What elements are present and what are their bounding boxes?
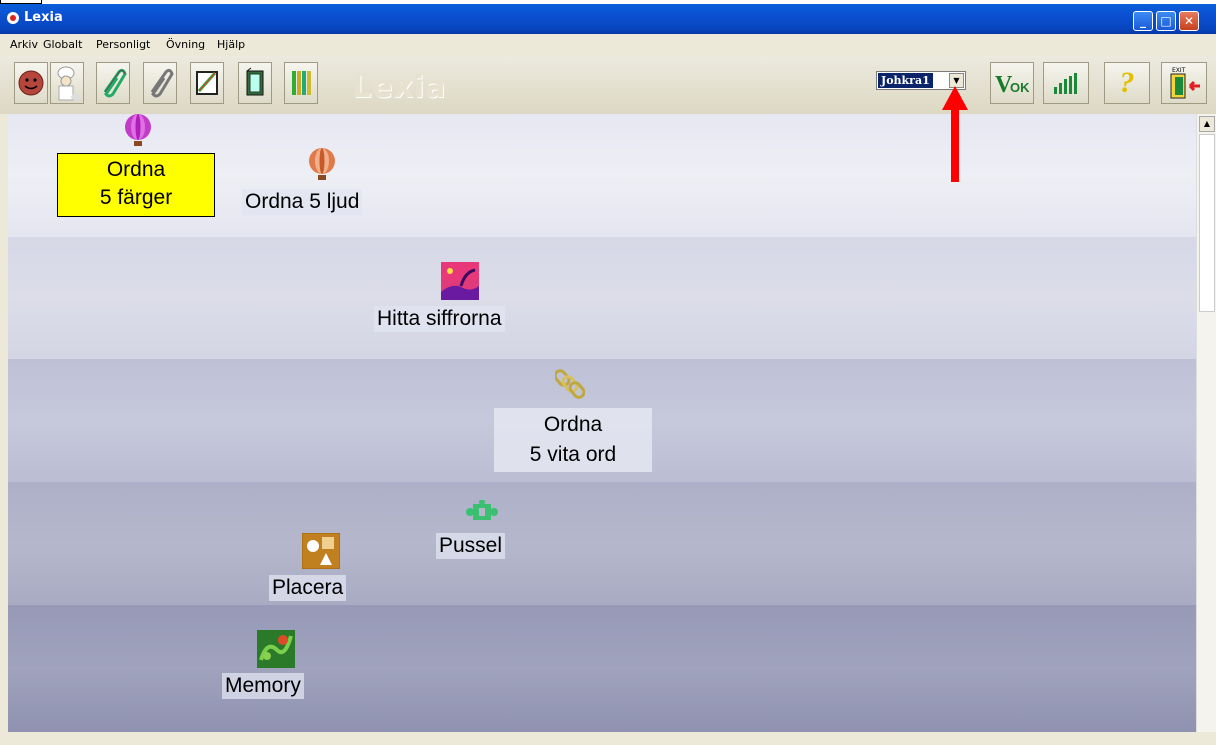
vertical-scrollbar[interactable]: ▲ bbox=[1196, 114, 1216, 732]
exit-sign-text: EXIT bbox=[1172, 67, 1186, 74]
exercise-placera[interactable]: Placera bbox=[269, 575, 347, 601]
smiley-button[interactable] bbox=[14, 62, 48, 104]
minimize-button[interactable]: _ bbox=[1133, 11, 1153, 31]
clip-grey-button[interactable] bbox=[143, 62, 177, 104]
exit-door-icon: EXIT bbox=[1170, 67, 1200, 99]
maximize-button[interactable]: □ bbox=[1156, 11, 1176, 31]
paperclip-green-icon bbox=[103, 68, 127, 98]
memory-cards-icon[interactable] bbox=[257, 630, 295, 668]
smiley-icon bbox=[18, 70, 44, 96]
red-arrow-annotation bbox=[942, 86, 968, 182]
exercise-ordna-5-farger[interactable]: Ordna 5 färger bbox=[57, 153, 215, 217]
exercise-label-line1: Ordna bbox=[106, 158, 166, 181]
exercise-memory[interactable]: Memory bbox=[222, 673, 304, 699]
puzzle-piece-icon[interactable] bbox=[465, 500, 499, 524]
clip-green-button[interactable] bbox=[96, 62, 130, 104]
bar-chart-icon bbox=[1054, 73, 1077, 94]
exercise-ordna-5-vita-ord[interactable]: Ordna 5 vita ord bbox=[494, 408, 652, 472]
menu-personligt[interactable]: Personligt bbox=[96, 38, 150, 51]
level-band-4 bbox=[8, 482, 1196, 605]
menu-ovning[interactable]: Övning bbox=[166, 38, 205, 51]
books-button[interactable] bbox=[284, 62, 318, 104]
chain-links-icon[interactable] bbox=[555, 368, 585, 400]
chef-icon bbox=[57, 66, 81, 101]
left-edge bbox=[0, 114, 8, 732]
user-select-value: Johkra1 bbox=[878, 73, 933, 88]
level-band-5 bbox=[8, 605, 1196, 732]
book-icon bbox=[246, 67, 264, 96]
exit-button[interactable]: EXIT bbox=[1161, 62, 1207, 104]
close-button[interactable]: ✕ bbox=[1179, 11, 1199, 31]
book-button[interactable] bbox=[238, 62, 272, 104]
stats-button[interactable] bbox=[1043, 62, 1089, 104]
edit-button[interactable] bbox=[190, 62, 224, 104]
toolbar: V OK ? EXIT bbox=[0, 56, 1216, 115]
title-bar: Lexia _ □ ✕ bbox=[0, 4, 1216, 34]
menu-arkiv[interactable]: Arkiv bbox=[10, 38, 38, 51]
lexia-logo: Lexia bbox=[352, 70, 447, 105]
shapes-icon[interactable] bbox=[302, 533, 340, 569]
help-button[interactable]: ? bbox=[1104, 62, 1150, 104]
pencil-note-icon bbox=[196, 71, 218, 95]
vok-button[interactable]: V OK bbox=[990, 62, 1034, 104]
exercise-ordna-5-ljud[interactable]: Ordna 5 ljud bbox=[242, 189, 363, 215]
exercise-hitta-siffrorna[interactable]: Hitta siffrorna bbox=[374, 306, 505, 332]
chef-button[interactable] bbox=[50, 62, 84, 104]
status-bar bbox=[0, 732, 1216, 745]
app-icon bbox=[7, 12, 19, 24]
menu-globalt[interactable]: Globalt bbox=[43, 38, 82, 51]
scroll-thumb[interactable] bbox=[1199, 134, 1215, 312]
landscape-picture-icon[interactable] bbox=[441, 262, 479, 300]
exercise-label-line2: 5 vita ord bbox=[529, 443, 617, 466]
level-band-2 bbox=[8, 237, 1196, 359]
check-ok-text: OK bbox=[1010, 80, 1030, 95]
check-ok-icon: V OK bbox=[995, 72, 1030, 98]
exercise-label-line2: 5 färger bbox=[99, 186, 173, 209]
scroll-up-icon[interactable]: ▲ bbox=[1199, 116, 1215, 132]
paperclip-icon bbox=[150, 68, 174, 98]
menu-hjalp[interactable]: Hjälp bbox=[217, 38, 245, 51]
exercise-label-line1: Ordna bbox=[543, 413, 603, 436]
balloon-pink-icon[interactable] bbox=[121, 113, 155, 147]
exercise-pussel[interactable]: Pussel bbox=[436, 533, 506, 559]
question-icon: ? bbox=[1119, 66, 1135, 99]
balloon-orange-icon[interactable] bbox=[305, 147, 339, 183]
window-title: Lexia bbox=[24, 10, 63, 25]
menu-bar: Arkiv Globalt Personligt Övning Hjälp bbox=[0, 34, 1216, 56]
bookshelf-icon bbox=[292, 71, 311, 95]
